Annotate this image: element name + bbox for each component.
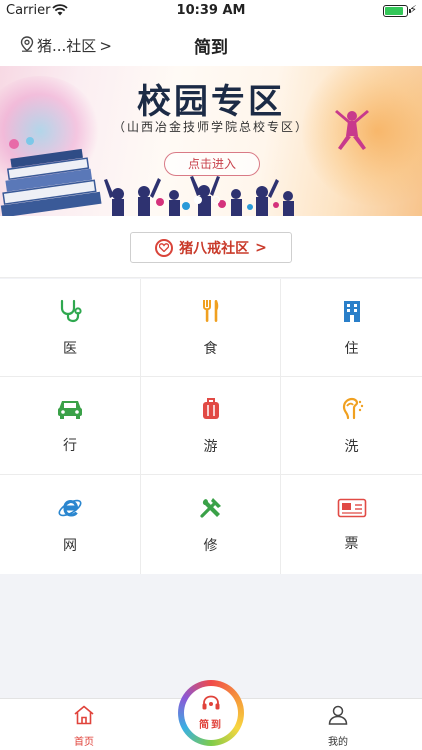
jumping-person-illustration — [335, 110, 369, 150]
service-tickets[interactable]: 票 — [281, 475, 422, 574]
carousel-dot-active[interactable] — [194, 196, 202, 204]
center-checkin-button[interactable]: 简到 — [178, 680, 244, 746]
headset-icon — [201, 695, 221, 715]
service-travel[interactable]: 游 — [141, 377, 281, 475]
user-icon — [327, 705, 349, 728]
page-title: 简到 — [194, 38, 228, 58]
battery-icon — [383, 5, 411, 17]
community-section: 猪八戒社区 > — [0, 216, 422, 278]
clock: 10:39 AM — [176, 3, 246, 18]
service-food[interactable]: 食 — [141, 279, 281, 377]
service-label: 网 — [63, 537, 77, 554]
carousel-page-indicator[interactable] — [194, 196, 220, 204]
navigation-bar: 猪...社区 > 简到 — [0, 22, 422, 66]
charging-bolt-icon: ⚡ — [409, 3, 417, 16]
service-label: 票 — [344, 535, 359, 552]
car-icon — [56, 397, 84, 421]
center-button-label: 简到 — [199, 720, 223, 731]
tab-me[interactable]: 我的 — [298, 705, 378, 748]
home-icon — [73, 705, 95, 728]
laundry-icon — [339, 396, 365, 422]
banner-carousel[interactable]: 校园专区 （山西冶金技师学院总校专区） 点击进入 — [0, 66, 422, 216]
luggage-icon — [198, 396, 224, 422]
service-medical[interactable]: 医 — [0, 279, 141, 377]
service-grid: 医 食 住 行 游 洗 网 修 票 — [0, 279, 422, 574]
service-housing[interactable]: 住 — [281, 279, 422, 377]
internet-explorer-icon — [57, 495, 83, 521]
crowd-illustration — [104, 176, 294, 216]
status-bar: Carrier 10:39 AM ⚡ — [0, 0, 422, 22]
fork-knife-icon — [198, 298, 224, 324]
service-label: 食 — [203, 340, 218, 357]
tab-home-label: 首页 — [74, 737, 94, 748]
community-heart-icon — [155, 238, 174, 257]
banner-enter-button[interactable]: 点击进入 — [164, 152, 260, 176]
service-label: 住 — [344, 340, 359, 357]
carousel-dot[interactable] — [212, 196, 220, 204]
chevron-right-icon: > — [255, 239, 267, 256]
tools-icon — [198, 495, 224, 521]
service-transport[interactable]: 行 — [0, 377, 141, 475]
stethoscope-icon — [57, 298, 83, 324]
community-label: 猪八戒社区 — [179, 240, 250, 257]
community-selector-button[interactable]: 猪八戒社区 > — [130, 232, 292, 263]
service-label: 洗 — [344, 438, 359, 455]
books-illustration — [0, 137, 102, 216]
tab-me-label: 我的 — [328, 737, 348, 748]
ticket-icon — [337, 497, 367, 519]
service-laundry[interactable]: 洗 — [281, 377, 422, 475]
service-internet[interactable]: 网 — [0, 475, 141, 574]
service-label: 修 — [203, 537, 218, 554]
service-label: 医 — [63, 340, 77, 357]
tab-home[interactable]: 首页 — [44, 705, 124, 748]
service-label: 行 — [63, 437, 77, 454]
service-repair[interactable]: 修 — [141, 475, 281, 574]
building-icon — [339, 298, 365, 324]
service-label: 游 — [203, 438, 218, 455]
